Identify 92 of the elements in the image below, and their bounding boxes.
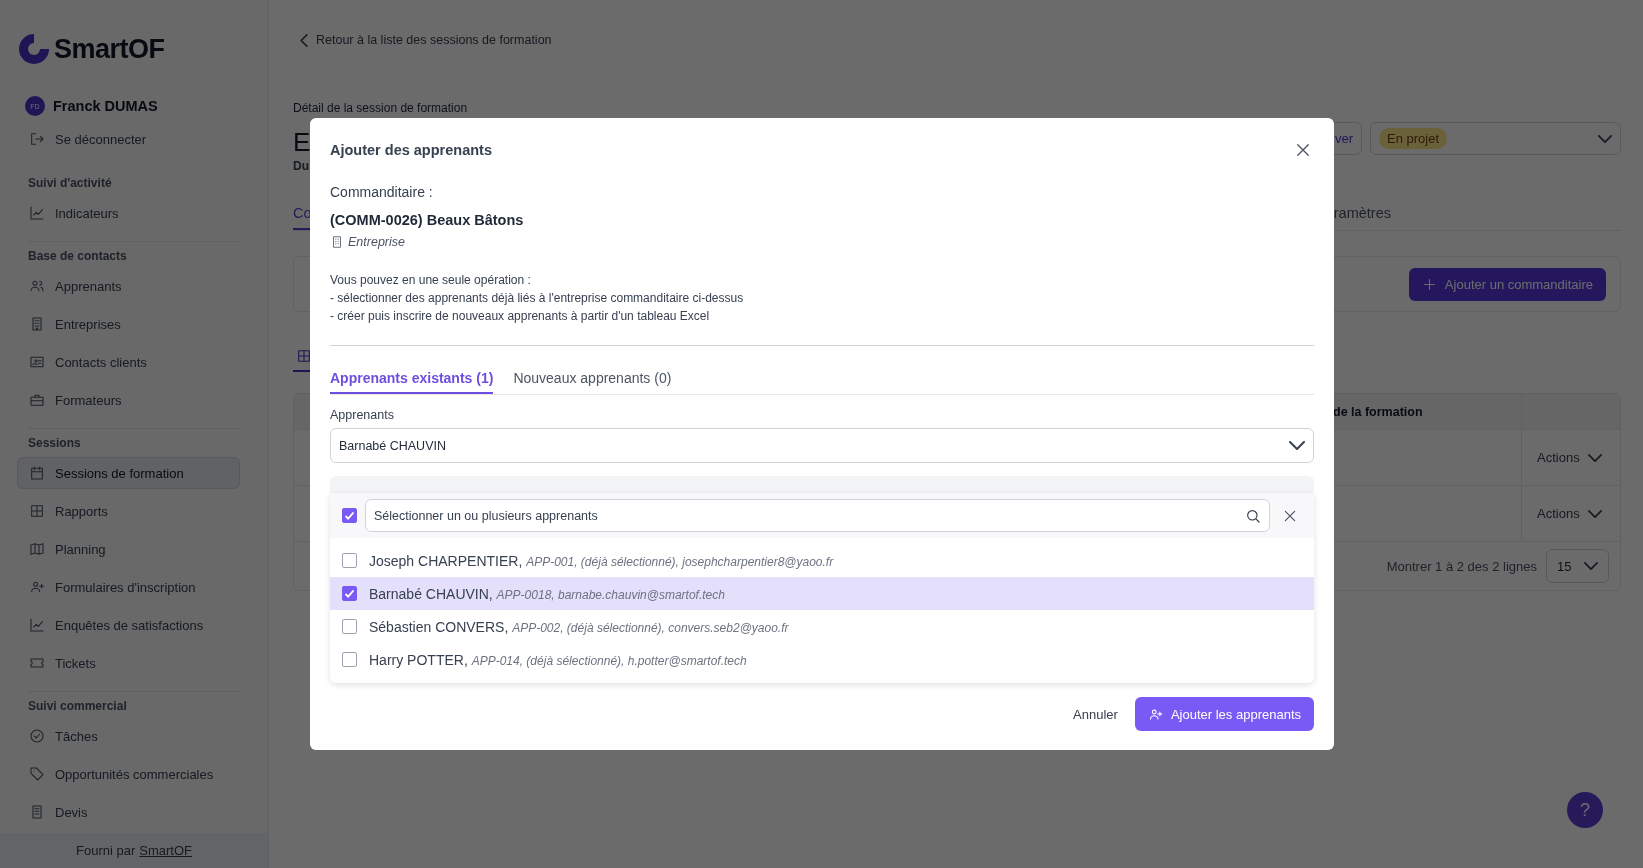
user-plus-icon xyxy=(29,579,45,595)
chevron-down-icon xyxy=(1584,562,1598,570)
section-title: Sessions xyxy=(28,435,82,451)
logo-text: SmartOF xyxy=(54,33,165,65)
building-icon xyxy=(330,235,344,249)
option-label: Barnabé CHAUVIN, APP-0018, barnabe.chauvin@smartof.tech xyxy=(369,585,725,602)
checkmark-icon xyxy=(345,589,354,598)
chevron-down-icon xyxy=(1587,453,1602,462)
plus-icon xyxy=(1421,276,1437,292)
search-field[interactable]: Sélectionner un ou plusieurs apprenants xyxy=(365,499,1270,532)
building-icon xyxy=(29,316,45,332)
actions-button[interactable]: Actions xyxy=(1537,450,1602,465)
logout-link[interactable]: Se déconnecter xyxy=(17,123,240,155)
column-header: de la formation xyxy=(1333,403,1424,421)
sidebar-item[interactable]: Rapports xyxy=(17,495,240,527)
chart-icon xyxy=(29,617,45,633)
modal-tab[interactable]: Apprenants existants (1) xyxy=(330,364,494,394)
grid-icon xyxy=(296,347,312,364)
dropdown-option[interactable]: Joseph CHARPENTIER, APP-001, (déjà sélectionné), josephcharpentier8@yaoo.fr xyxy=(330,544,1314,577)
footer-link[interactable]: SmartOF xyxy=(139,843,192,858)
logo-icon xyxy=(17,32,51,66)
footer-text: Fourni par xyxy=(76,843,136,858)
subtitle: Du xyxy=(293,159,309,173)
sidebar-item[interactable]: Planning xyxy=(17,533,240,565)
intro-line: Vous pouvez en une seule opération : xyxy=(330,272,532,289)
briefcase-icon xyxy=(29,392,45,408)
ticket-icon xyxy=(29,655,45,671)
sidebar-item[interactable]: Enquêtes de satisfactions xyxy=(17,609,240,641)
map-icon xyxy=(29,541,45,557)
sponsor-label: Commanditaire : xyxy=(330,184,434,202)
chart-icon xyxy=(29,205,45,221)
option-checkbox[interactable] xyxy=(342,586,357,601)
option-label: Harry POTTER, APP-014, (déjà sélectionné), h.potter@smartof.tech xyxy=(369,651,747,668)
section-title: Base de contacts xyxy=(28,248,128,264)
back-link[interactable]: Retour à la liste des sessions de formation xyxy=(300,31,1621,49)
document-icon xyxy=(29,804,45,820)
option-checkbox[interactable] xyxy=(342,652,357,667)
close-button[interactable] xyxy=(1294,141,1312,159)
sidebar-item[interactable]: Contacts clients xyxy=(17,346,240,378)
modal-tab[interactable]: Nouveaux apprenants (0) xyxy=(513,364,672,394)
dropdown-option[interactable]: Sébastien CONVERS, APP-002, (déjà sélectionné), convers.seb2@yaoo.fr xyxy=(330,610,1314,643)
actions-button[interactable]: Actions xyxy=(1537,506,1602,521)
users-icon xyxy=(29,278,45,294)
sponsor-name: (COMM-0026) Beaux Bâtons xyxy=(330,212,525,230)
sidebar-item[interactable]: Sessions de formation xyxy=(17,457,240,489)
sponsor-type: Entreprise xyxy=(348,235,405,249)
page-size-select[interactable]: 15 xyxy=(1546,549,1609,583)
option-label: Sébastien CONVERS, APP-002, (déjà sélectionné), convers.seb2@yaoo.fr xyxy=(369,618,789,635)
grid-icon xyxy=(29,503,45,519)
modal-title: Ajouter des apprenants xyxy=(330,142,492,158)
status-select[interactable]: En projet xyxy=(1370,122,1621,155)
chevron-left-icon xyxy=(300,33,308,47)
calendar-icon xyxy=(29,465,45,481)
intro-line: - sélectionner des apprenants déjà liés à l'entreprise commanditaire ci-dessus xyxy=(330,290,745,307)
sidebar-item[interactable]: Devis xyxy=(17,796,240,828)
cancel-button[interactable]: Annuler xyxy=(1073,706,1118,722)
intro-line: - créer puis inscrire de nouveaux apprenants à partir d'un tableau Excel xyxy=(330,308,711,325)
id-card-icon xyxy=(29,354,45,370)
page-tab[interactable]: ramètres xyxy=(1333,200,1391,230)
pagination-summary: Montrer 1 à 2 des 2 lignes xyxy=(1386,558,1537,574)
sidebar-item[interactable]: Entreprises xyxy=(17,308,240,340)
chevron-down-icon xyxy=(1289,441,1305,450)
sidebar-item[interactable]: Tickets xyxy=(17,647,240,679)
option-checkbox[interactable] xyxy=(342,553,357,568)
sidebar-item[interactable]: Formateurs xyxy=(17,384,240,416)
sidebar-item[interactable]: Apprenants xyxy=(17,270,240,302)
checkmark-icon xyxy=(345,511,354,520)
status-badge: En projet xyxy=(1379,128,1448,149)
user-name: Franck DUMAS xyxy=(53,98,158,114)
option-checkbox[interactable] xyxy=(342,619,357,634)
chevron-down-icon xyxy=(1598,134,1612,143)
page-title: E xyxy=(293,127,311,157)
learners-select[interactable]: Barnabé CHAUVIN xyxy=(330,428,1314,463)
submit-button[interactable]: Ajouter les apprenants xyxy=(1134,697,1314,731)
search-icon xyxy=(1245,508,1261,524)
sidebar-item[interactable]: Indicateurs xyxy=(17,197,240,229)
select-all-checkbox[interactable] xyxy=(342,508,357,523)
sidebar-item[interactable]: Formulaires d'inscription xyxy=(17,571,240,603)
logout-icon xyxy=(29,131,45,147)
dropdown-option[interactable]: Barnabé CHAUVIN, APP-0018, barnabe.chauvin@smartof.tech xyxy=(330,577,1314,610)
chevron-down-icon xyxy=(1587,509,1602,518)
dropdown-option[interactable]: Harry POTTER, APP-014, (déjà sélectionné), h.potter@smartof.tech xyxy=(330,643,1314,676)
option-label: Joseph CHARPENTIER, APP-001, (déjà sélectionné), josephcharpentier8@yaoo.fr xyxy=(369,552,834,569)
section-title: Suivi d'activité xyxy=(28,175,113,191)
tag-icon xyxy=(29,766,45,782)
sidebar-item[interactable]: Tâches xyxy=(17,720,240,752)
breadcrumb: Détail de la session de formation xyxy=(293,101,468,117)
header-button[interactable]: ver xyxy=(1332,122,1362,155)
field-label: Apprenants xyxy=(330,408,395,424)
section-title: Suivi commercial xyxy=(28,698,128,714)
add-sponsor-button[interactable]: Ajouter un commanditaire xyxy=(1408,267,1606,301)
sidebar-item[interactable]: Opportunités commerciales xyxy=(17,758,240,790)
